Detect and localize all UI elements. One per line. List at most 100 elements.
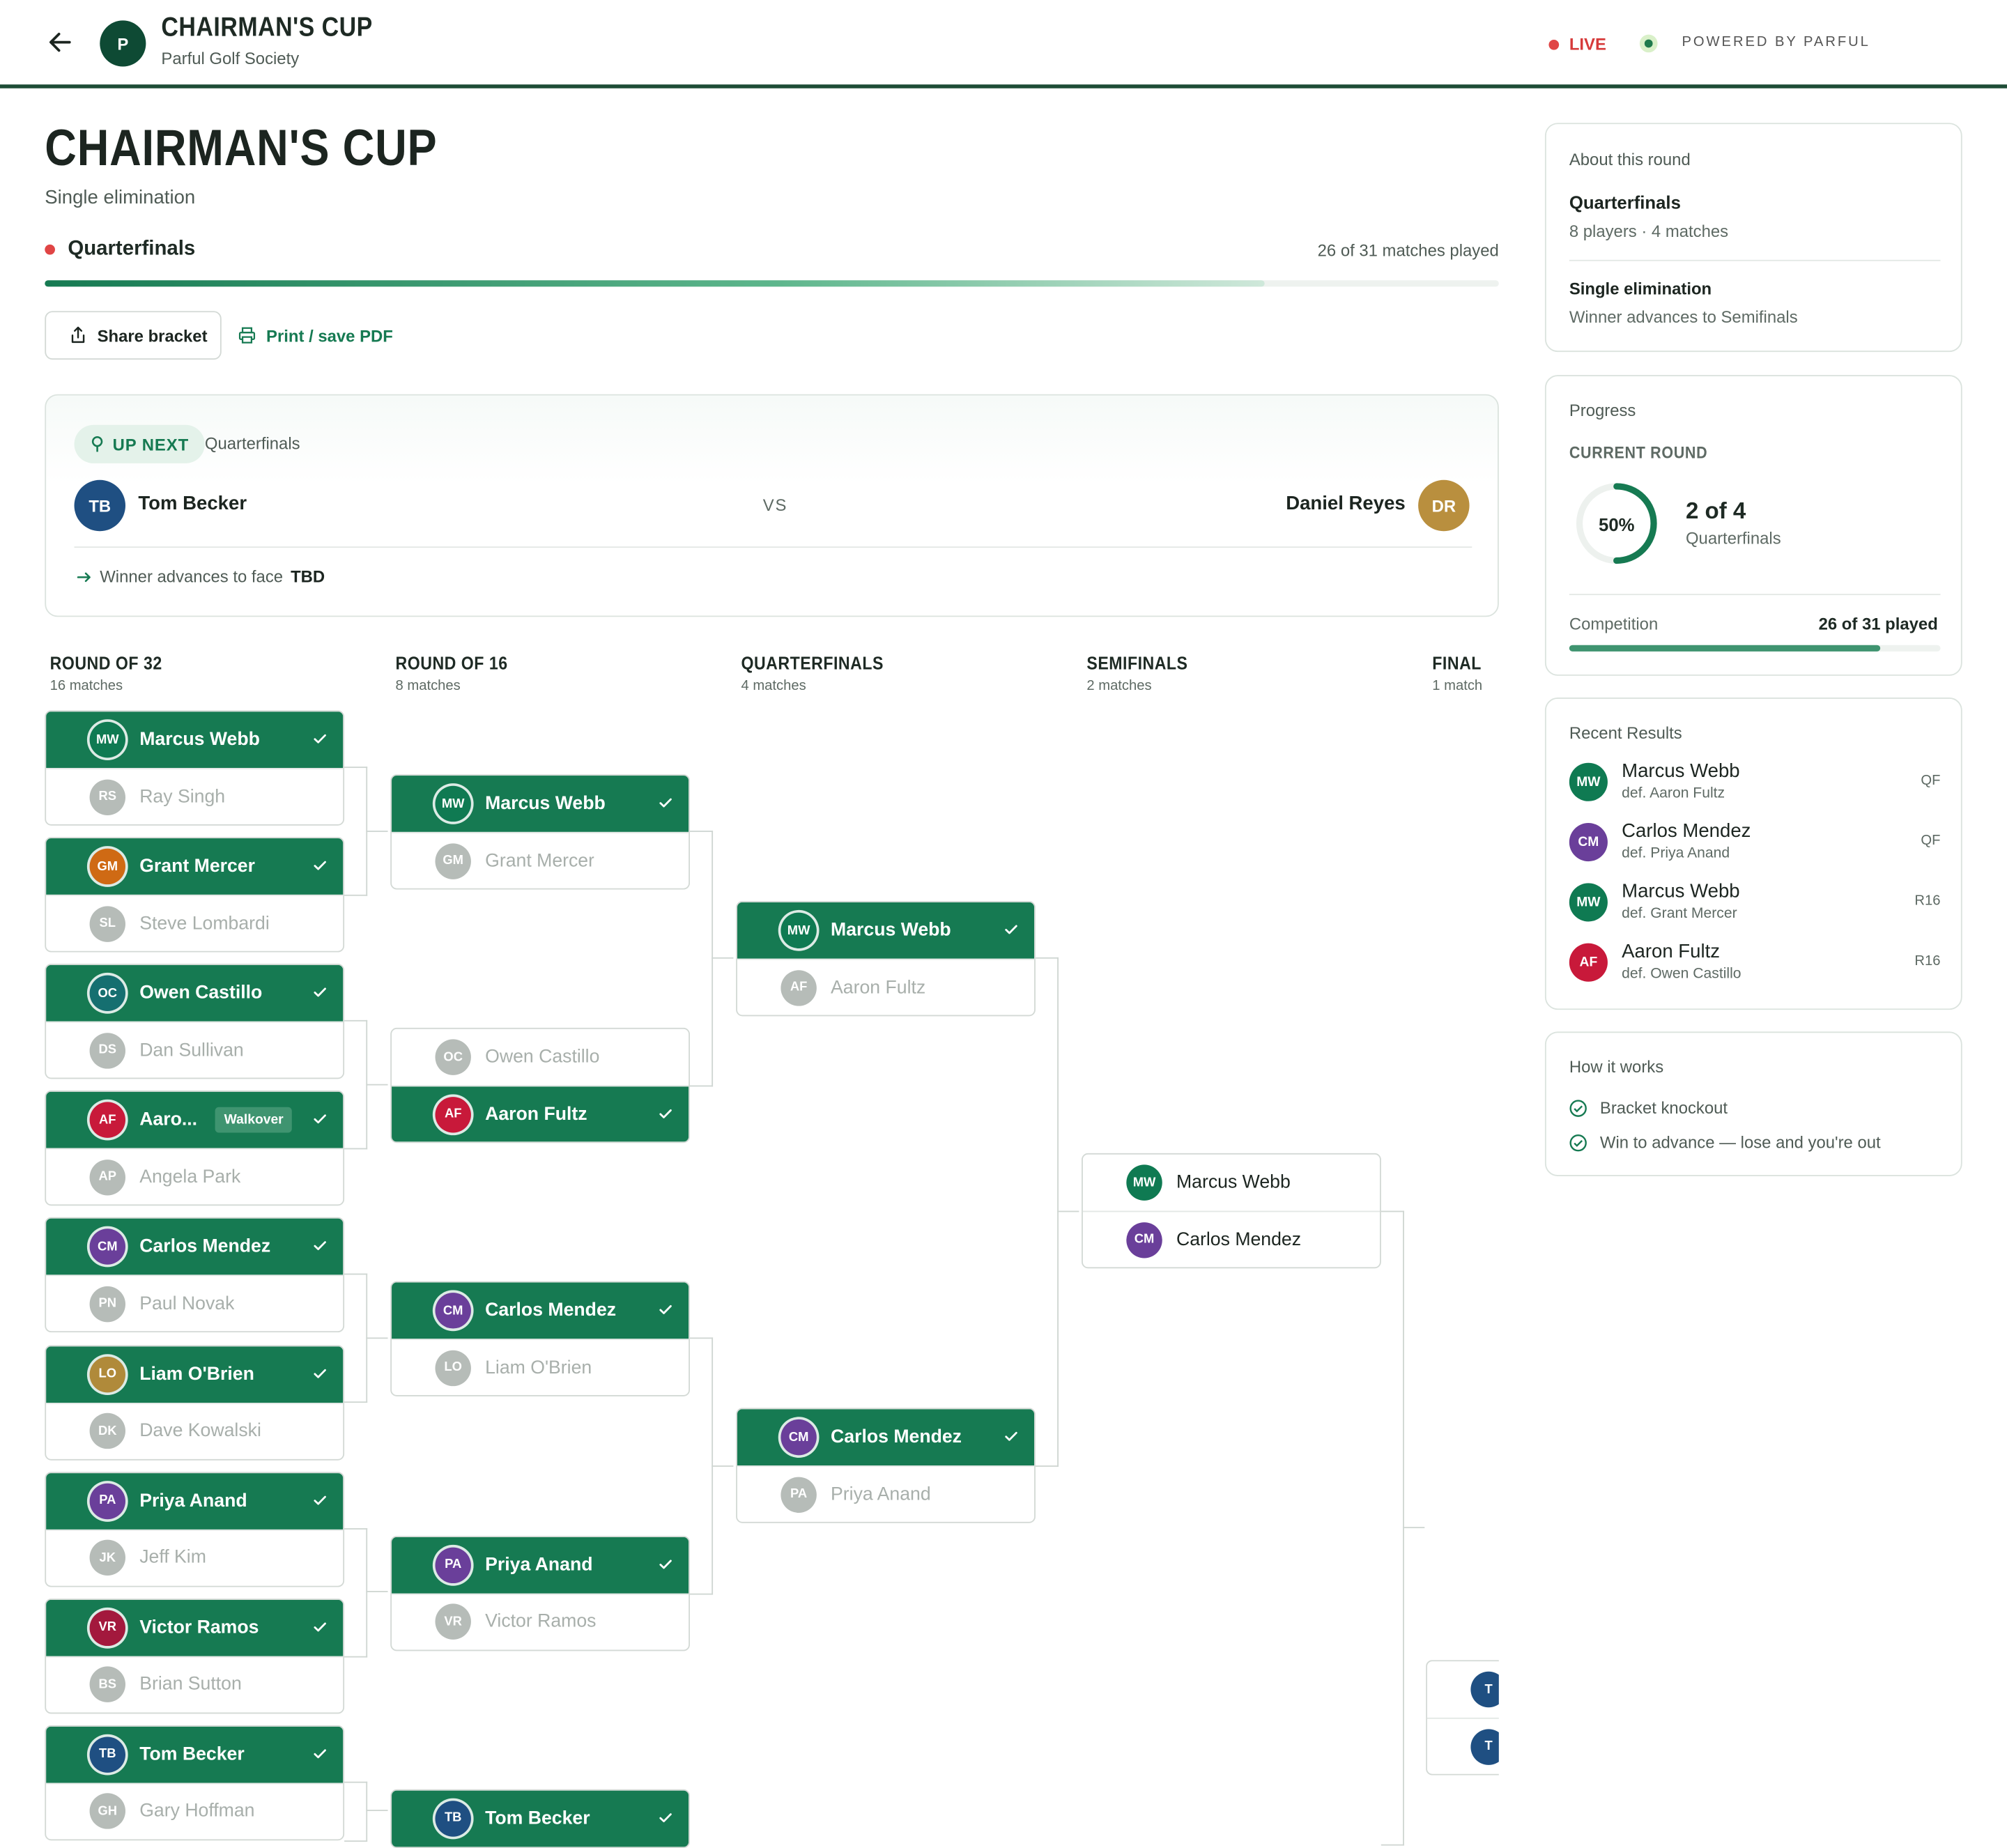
match-card[interactable]: TB Tom Becker GH Gary Hoffman <box>45 1725 345 1840</box>
bracket-slot[interactable]: MW Marcus Webb <box>392 776 689 832</box>
bracket-slot[interactable]: CM Carlos Mendez <box>737 1409 1035 1466</box>
check-icon <box>314 1622 326 1631</box>
player-name: Marcus Webb <box>831 920 951 941</box>
bracket-connector <box>1057 1210 1079 1212</box>
bracket-slot[interactable]: MW Marcus Webb <box>1083 1155 1380 1211</box>
bracket-slot[interactable]: T <box>1427 1661 1499 1718</box>
up-next-player2[interactable]: Daniel Reyes <box>1286 493 1406 514</box>
bracket-connector <box>344 1274 368 1403</box>
bracket-slot[interactable]: DS Dan Sullivan <box>46 1022 344 1078</box>
player-name: Victor Ramos <box>485 1611 597 1633</box>
bracket-slot[interactable]: DK Dave Kowalski <box>46 1402 344 1458</box>
up-next-round: Quarterfinals <box>204 433 300 454</box>
bracket-slot[interactable]: CM Carlos Mendez <box>1082 1210 1380 1268</box>
avatar: VR <box>435 1603 471 1640</box>
bracket-slot[interactable]: TB Tom Becker <box>392 1790 689 1847</box>
check-icon <box>314 1495 326 1504</box>
bracket-slot[interactable]: CM Carlos Mendez <box>392 1283 689 1339</box>
bracket-slot[interactable]: AP Angela Park <box>46 1148 344 1205</box>
match-card[interactable]: OC Owen Castillo DS Dan Sullivan <box>45 964 345 1079</box>
player-name: Angela Park <box>139 1166 241 1188</box>
match-card[interactable]: MW Marcus Webb CM Carlos Mendez <box>1082 1153 1381 1269</box>
match-card[interactable]: PA Priya Anand VR Victor Ramos <box>390 1535 690 1651</box>
match-card[interactable]: MW Marcus Webb AF Aaron Fultz <box>736 901 1036 1017</box>
bracket-slot[interactable]: PA Priya Anand <box>46 1472 344 1530</box>
avatar: AP <box>89 1159 125 1196</box>
check-circle-icon <box>1569 1134 1587 1151</box>
avatar: TB <box>89 1737 125 1773</box>
bracket-connector <box>1035 957 1059 1468</box>
avatar: LO <box>89 1356 125 1392</box>
match-card[interactable]: VR Victor Ramos BS Brian Sutton <box>45 1598 345 1714</box>
bracket-slot[interactable]: GM Grant Mercer <box>392 831 689 888</box>
bracket-slot[interactable]: CM Carlos Mendez <box>46 1219 344 1276</box>
check-icon <box>314 861 326 870</box>
avatar: MW <box>780 912 817 949</box>
avatar: VR <box>89 1610 125 1646</box>
match-card[interactable]: PA Priya Anand JK Jeff Kim <box>45 1471 345 1587</box>
avatar: AF <box>89 1102 125 1139</box>
bracket-slot[interactable]: SL Steve Lombardi <box>46 895 344 951</box>
print-pdf-button[interactable]: Print / save PDF <box>238 311 393 360</box>
recent-result[interactable]: MW Marcus Webb def. Aaron Fultz QF <box>1569 760 1940 811</box>
live-dot-icon <box>45 244 55 255</box>
bracket-slot[interactable]: TB Tom Becker <box>46 1726 344 1783</box>
player-name: Gary Hoffman <box>139 1801 255 1822</box>
avatar: DR <box>1418 479 1470 532</box>
bracket-slot[interactable]: AF Aaron Fultz <box>737 958 1035 1015</box>
powered-by[interactable]: POWERED BY PARFUL <box>1682 35 1870 50</box>
bracket-connector <box>344 1020 368 1150</box>
bracket-slot[interactable]: LO Liam O'Brien <box>46 1346 344 1403</box>
bracket-slot[interactable]: AF Aaron Fultz <box>392 1085 689 1142</box>
bracket-slot[interactable]: MW Marcus Webb <box>46 711 344 769</box>
bracket-slot[interactable]: OC Owen Castillo <box>46 965 344 1022</box>
bracket-slot[interactable]: GH Gary Hoffman <box>46 1782 344 1839</box>
bracket-slot[interactable]: OC Owen Castillo <box>392 1029 689 1086</box>
share-bracket-button[interactable]: Share bracket <box>45 311 222 360</box>
recent-result[interactable]: AF Aaron Fultz def. Owen Castillo R16 <box>1569 941 1940 992</box>
bracket-slot[interactable]: MW Marcus Webb <box>737 902 1035 959</box>
match-card[interactable]: TT <box>1426 1660 1499 1776</box>
defeated-text: def. Aaron Fultz <box>1622 785 1725 801</box>
bracket-connector <box>689 831 714 1087</box>
bracket-slot[interactable]: PA Priya Anand <box>737 1465 1035 1523</box>
match-card[interactable]: MW Marcus Webb GM Grant Mercer <box>390 774 690 890</box>
match-card[interactable]: AF Aaro... Walkover AP Angela Park <box>45 1091 345 1206</box>
bracket-slot[interactable]: GM Grant Mercer <box>46 838 344 895</box>
advance-note: Winner advances to face TBD <box>77 567 325 586</box>
match-card[interactable]: CM Carlos Mendez LO Liam O'Brien <box>390 1281 690 1397</box>
player-name: Carlos Mendez <box>485 1300 617 1322</box>
back-arrow-icon[interactable] <box>46 28 74 56</box>
bracket-slot[interactable]: RS Ray Singh <box>46 768 344 824</box>
check-icon <box>659 798 672 808</box>
bracket-slot[interactable]: PN Paul Novak <box>46 1275 344 1332</box>
match-card[interactable]: CM Carlos Mendez PN Paul Novak <box>45 1217 345 1333</box>
card-title: About this round <box>1569 149 1691 169</box>
bracket-slot[interactable]: LO Liam O'Brien <box>392 1339 689 1396</box>
up-next-badge: UP NEXT <box>74 424 205 463</box>
up-next-player1[interactable]: Tom Becker <box>138 493 247 514</box>
match-card[interactable]: OC Owen Castillo AF Aaron Fultz <box>390 1028 690 1144</box>
recent-result[interactable]: MW Marcus Webb def. Grant Mercer R16 <box>1569 881 1940 932</box>
bracket-slot[interactable]: AF Aaro... Walkover <box>46 1092 344 1149</box>
bracket-slot[interactable]: T <box>1427 1717 1499 1774</box>
avatar: CM <box>1569 823 1608 862</box>
vs-label: VS <box>762 495 788 515</box>
match-card[interactable]: LO Liam O'Brien DK Dave Kowalski <box>45 1344 345 1460</box>
avatar: MW <box>435 785 471 822</box>
match-card[interactable]: TB Tom Becker <box>390 1789 690 1848</box>
bracket-slot[interactable]: VR Victor Ramos <box>392 1592 689 1649</box>
match-card[interactable]: CM Carlos Mendez PA Priya Anand <box>736 1408 1036 1524</box>
avatar: SL <box>89 905 125 942</box>
bracket-slot[interactable]: PA Priya Anand <box>392 1537 689 1593</box>
avatar: RS <box>89 778 125 815</box>
bracket-slot[interactable]: JK Jeff Kim <box>46 1529 344 1585</box>
round-tag: QF <box>1921 833 1941 849</box>
match-card[interactable]: MW Marcus Webb RS Ray Singh <box>45 710 345 826</box>
check-circle-icon <box>1569 1099 1587 1116</box>
recent-result[interactable]: CM Carlos Mendez def. Priya Anand QF <box>1569 820 1941 871</box>
player-name: Dave Kowalski <box>139 1420 261 1442</box>
bracket-slot[interactable]: BS Brian Sutton <box>46 1656 344 1712</box>
bracket-slot[interactable]: VR Victor Ramos <box>46 1599 344 1656</box>
match-card[interactable]: GM Grant Mercer SL Steve Lombardi <box>45 837 345 953</box>
